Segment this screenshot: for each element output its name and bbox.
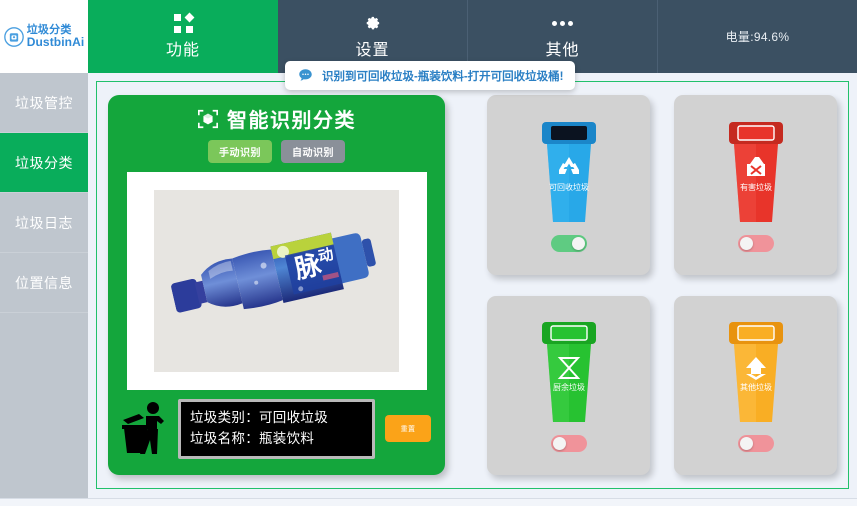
card-title-text: 智能识别分类 xyxy=(227,110,356,132)
card-title-row: 智能识别分类 xyxy=(197,104,356,133)
bin-card-hazardous[interactable]: 有害垃圾 xyxy=(674,95,837,275)
bottom-bar xyxy=(0,498,857,506)
photo-frame: 脉 动 xyxy=(126,172,427,390)
brand-logo-area[interactable]: 垃圾分类 DustbinAi xyxy=(0,0,88,73)
tab-functions-icon-wrap xyxy=(173,12,194,33)
brand-text: 垃圾分类 DustbinAi xyxy=(27,24,85,50)
sidebar-item-log-label: 垃圾日志 xyxy=(15,214,73,231)
result-row: 垃圾类别：可回收垃圾 垃圾名称：瓶装饮料 重置 xyxy=(108,399,445,459)
battery-status: 电量:94.6% xyxy=(725,30,790,44)
hazardous-bin-graphic: 有害垃圾 xyxy=(728,121,783,222)
mode-button-row: 手动识别 自动识别 xyxy=(208,140,345,163)
bin-toggle-other[interactable] xyxy=(737,435,774,453)
bin-label-recyclable: 可回收垃圾 xyxy=(549,182,589,192)
app-window: 垃圾分类 DustbinAi 功能 设置 其他 电量:94.6% 识别到可回收垃… xyxy=(0,0,857,506)
brand-line-2: DustbinAi xyxy=(26,34,85,49)
auto-mode-button[interactable]: 自动识别 xyxy=(281,140,345,163)
sidebar: 垃圾管控 垃圾分类 垃圾日志 位置信息 xyxy=(0,73,88,498)
recognition-card: 智能识别分类 手动识别 自动识别 脉 动 垃圾类别：可回收垃圾 垃圾名称：瓶装饮… xyxy=(108,95,445,475)
result-name: 垃圾名称：瓶装饮料 xyxy=(190,430,315,446)
captured-photo: 脉 动 xyxy=(154,190,399,372)
sidebar-item-log[interactable]: 垃圾日志 xyxy=(0,193,88,253)
toggle-knob xyxy=(571,236,585,250)
bin-card-kitchen[interactable]: 厨余垃圾 xyxy=(487,295,650,475)
content-inner: 智能识别分类 手动识别 自动识别 脉 动 垃圾类别：可回收垃圾 垃圾名称：瓶装饮… xyxy=(96,81,849,489)
bin-label-kitchen: 厨余垃圾 xyxy=(553,382,585,392)
chat-bubble-icon xyxy=(299,69,312,81)
bin-card-recyclable[interactable]: 可回收垃圾 xyxy=(487,95,650,275)
tab-settings-label: 设置 xyxy=(355,42,390,59)
bin-toggle-recyclable[interactable] xyxy=(550,234,587,252)
sidebar-item-location[interactable]: 位置信息 xyxy=(0,253,88,313)
sidebar-item-control-label: 垃圾管控 xyxy=(15,94,73,111)
other-bin-graphic: 其他垃圾 xyxy=(728,322,783,423)
result-category: 垃圾类别：可回收垃圾 xyxy=(190,410,328,425)
bin-card-other[interactable]: 其他垃圾 xyxy=(674,295,837,475)
toast-notification[interactable]: 识别到可回收垃圾-瓶装饮料-打开可回收垃圾桶! xyxy=(285,61,575,90)
manual-mode-button[interactable]: 手动识别 xyxy=(208,140,272,163)
trash-bin-circle-icon xyxy=(3,26,24,47)
grid-squares-icon xyxy=(173,12,194,33)
toggle-knob xyxy=(552,437,566,451)
reset-button[interactable]: 重置 xyxy=(385,415,431,443)
person-throwing-trash-icon xyxy=(122,402,164,455)
gear-icon xyxy=(366,16,380,29)
kitchen-bin-graphic: 厨余垃圾 xyxy=(541,322,596,423)
cube-scan-icon xyxy=(198,109,218,128)
sidebar-item-classify-label: 垃圾分类 xyxy=(15,154,73,171)
sidebar-item-classify[interactable]: 垃圾分类 xyxy=(0,133,88,193)
tab-settings-icon-wrap xyxy=(363,13,382,33)
toggle-knob xyxy=(739,236,753,250)
bin-grid: 可回收垃圾 有害垃圾 厨余垃圾 其他垃圾 xyxy=(487,95,837,475)
tab-functions-label: 功能 xyxy=(165,42,200,59)
bin-label-hazardous: 有害垃圾 xyxy=(740,182,772,192)
three-dots-icon xyxy=(552,20,573,26)
tab-functions[interactable]: 功能 xyxy=(88,0,278,73)
sidebar-item-location-label: 位置信息 xyxy=(15,274,73,291)
toggle-knob xyxy=(739,437,753,451)
recycle-bin-graphic: 可回收垃圾 xyxy=(541,121,596,222)
bin-toggle-kitchen[interactable] xyxy=(550,435,587,453)
bin-label-other: 其他垃圾 xyxy=(740,382,772,392)
result-info-box: 垃圾类别：可回收垃圾 垃圾名称：瓶装饮料 xyxy=(178,399,375,459)
tab-other-label: 其他 xyxy=(545,42,580,59)
content-area: 智能识别分类 手动识别 自动识别 脉 动 垃圾类别：可回收垃圾 垃圾名称：瓶装饮… xyxy=(88,73,857,498)
bottle-photo-graphic: 脉 动 xyxy=(171,232,376,313)
bin-toggle-hazardous[interactable] xyxy=(737,234,774,252)
toast-message: 识别到可回收垃圾-瓶装饮料-打开可回收垃圾桶! xyxy=(322,70,564,83)
tab-other-icon-wrap xyxy=(552,13,573,33)
sidebar-item-control[interactable]: 垃圾管控 xyxy=(0,73,88,133)
